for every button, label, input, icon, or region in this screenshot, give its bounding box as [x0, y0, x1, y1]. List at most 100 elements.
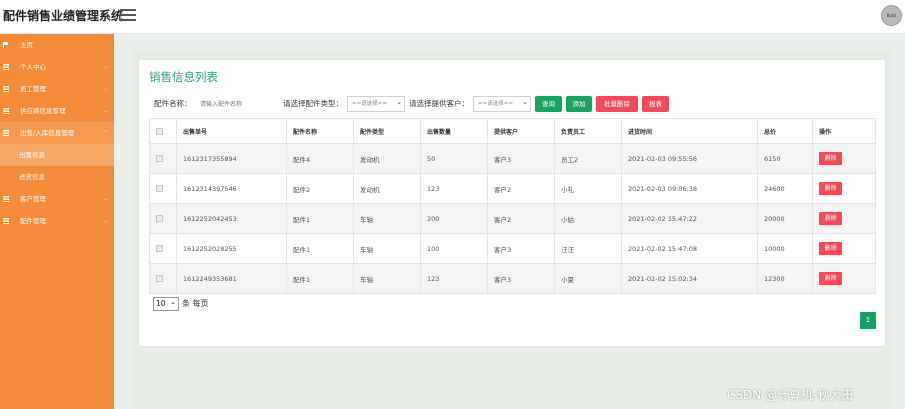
batch-delete-button[interactable]: 批量删除 — [596, 96, 638, 112]
table-row: 1612249353681 配件1 车轴 123 客户3 小夏 2021-02-… — [149, 263, 876, 294]
column-header: 总价 — [757, 118, 813, 144]
table-row: 1612252028255 配件1 车轴 100 客户3 汪汪 2021-02-… — [149, 233, 876, 264]
part-name-input[interactable] — [196, 95, 276, 113]
sidebar-item-parts[interactable]: 配件管理 ⌄ — [0, 210, 114, 232]
customer-cell: 客户3 — [487, 143, 555, 174]
part-type-cell: 车轴 — [353, 233, 421, 264]
quantity-cell: 200 — [420, 203, 488, 234]
part-type-cell: 车轴 — [353, 263, 421, 294]
sidebar-item-label: 个人中心 — [20, 63, 46, 71]
delete-button[interactable]: 删除 — [819, 242, 842, 255]
total-cell: 6150 — [757, 143, 813, 174]
sidebar-item-label: 供应商信息管理 — [20, 107, 66, 115]
hamburger-menu-icon[interactable] — [120, 9, 136, 23]
sales-list-card: 销售信息列表 配件名称： 请选择配件类型： ==请选择== 请选择提供客户： =… — [139, 60, 885, 346]
row-checkbox[interactable] — [156, 245, 163, 252]
column-header: 操作 — [812, 118, 876, 144]
time-cell: 2021-02-02 15:47:08 — [621, 233, 758, 264]
list-icon — [3, 64, 9, 70]
staff-cell: 员工2 — [554, 143, 622, 174]
row-checkbox[interactable] — [156, 155, 163, 162]
staff-cell: 小夏 — [554, 263, 622, 294]
sales-table: 出售单号 配件名称 配件类型 出售数量 提供客户 负责员工 进货时间 总价 操作… — [149, 118, 876, 294]
sidebar-item-sales-stock[interactable]: 出售/入库信息管理 ⌃ — [0, 122, 114, 144]
sidebar-subitem-sales-info[interactable]: 出售信息 — [0, 144, 114, 166]
add-button[interactable]: 添加 — [566, 96, 592, 112]
table-row: 1612317355894 配件4 发动机 50 客户3 员工2 2021-02… — [149, 143, 876, 174]
sidebar: 主页 个人中心 ⌄ 员工管理 ⌄ 供应商信息管理 ⌄ 出售/入库信息管理 ⌃ 出… — [0, 34, 114, 409]
part-type-select[interactable]: ==请选择== — [347, 95, 405, 112]
sidebar-item-staff[interactable]: 员工管理 ⌄ — [0, 78, 114, 100]
delete-button[interactable]: 删除 — [819, 272, 842, 285]
column-header: 提供客户 — [487, 118, 555, 144]
time-cell: 2021-02-03 09:06:38 — [621, 173, 758, 204]
delete-button[interactable]: 删除 — [819, 152, 842, 165]
part-type-cell: 车轴 — [353, 203, 421, 234]
row-checkbox[interactable] — [156, 215, 163, 222]
select-all-checkbox[interactable] — [156, 127, 163, 135]
chevron-down-icon: ⌄ — [103, 196, 108, 202]
sidebar-item-label: 出售/入库信息管理 — [20, 129, 75, 137]
customer-label: 请选择提供客户： — [409, 99, 469, 108]
query-button[interactable]: 查询 — [535, 96, 562, 112]
part-name-cell: 配件1 — [286, 263, 354, 294]
sidebar-item-profile[interactable]: 个人中心 ⌄ — [0, 56, 114, 78]
row-checkbox[interactable] — [156, 185, 163, 192]
chevron-down-icon: ⌄ — [103, 108, 108, 114]
column-header: 进货时间 — [621, 118, 758, 144]
total-cell: 10000 — [757, 233, 813, 264]
staff-cell: 小礼 — [554, 173, 622, 204]
chevron-down-icon: ⌄ — [103, 218, 108, 224]
order-number-cell: 1612252042453 — [176, 203, 287, 234]
list-icon — [3, 86, 9, 92]
customer-select[interactable]: ==请选择== — [473, 95, 531, 112]
row-checkbox[interactable] — [156, 275, 163, 282]
column-header: 出售单号 — [176, 118, 287, 144]
sidebar-item-home[interactable]: 主页 — [0, 34, 114, 56]
part-name-label: 配件名称： — [154, 99, 192, 108]
flag-icon — [3, 42, 9, 48]
column-header: 出售数量 — [420, 118, 488, 144]
part-type-cell: 发动机 — [353, 143, 421, 174]
part-name-cell: 配件1 — [286, 203, 354, 234]
part-name-cell: 配件1 — [286, 233, 354, 264]
sidebar-item-label: 员工管理 — [20, 85, 46, 93]
part-name-cell: 配件4 — [286, 143, 354, 174]
time-cell: 2021-02-02 15:47:22 — [621, 203, 758, 234]
column-header: 配件名称 — [286, 118, 354, 144]
sidebar-item-label: 主页 — [20, 41, 33, 49]
quantity-cell: 123 — [420, 263, 488, 294]
sidebar-item-suppliers[interactable]: 供应商信息管理 ⌄ — [0, 100, 114, 122]
page-number-button[interactable]: 1 — [860, 312, 876, 329]
sidebar-item-label: 客户管理 — [20, 195, 46, 203]
table-row: 1612252042453 配件1 车轴 200 客户2 小姑 2021-02-… — [149, 203, 876, 234]
column-header: 配件类型 — [353, 118, 421, 144]
chevron-down-icon: ⌄ — [103, 86, 108, 92]
page-size-select[interactable]: 10 — [153, 296, 179, 311]
order-number-cell: 1612249353681 — [176, 263, 287, 294]
customer-cell: 客户2 — [487, 203, 555, 234]
order-number-cell: 1612314397546 — [176, 173, 287, 204]
total-cell: 20000 — [757, 203, 813, 234]
customer-cell: 客户3 — [487, 263, 555, 294]
sidebar-subitem-purchase-info[interactable]: 进货信息 — [0, 166, 114, 188]
sidebar-item-label: 配件管理 — [20, 217, 46, 225]
report-button[interactable]: 报表 — [642, 96, 669, 112]
quantity-cell: 100 — [420, 233, 488, 264]
list-icon — [3, 108, 9, 114]
delete-button[interactable]: 删除 — [819, 212, 842, 225]
total-cell: 24600 — [757, 173, 813, 204]
delete-button[interactable]: 删除 — [819, 182, 842, 195]
staff-cell: 汪汪 — [554, 233, 622, 264]
search-bar: 配件名称： 请选择配件类型： ==请选择== 请选择提供客户： ==请选择== … — [154, 95, 874, 113]
sidebar-item-customers[interactable]: 客户管理 ⌄ — [0, 188, 114, 210]
select-all-header — [149, 118, 177, 144]
watermark: CSDN @计算机-秋大田 — [727, 388, 854, 402]
app-title: 配件销售业绩管理系统 — [3, 9, 124, 23]
staff-cell: 小姑 — [554, 203, 622, 234]
avatar[interactable]: Bubt — [881, 5, 902, 26]
table-row: 1612314397546 配件2 发动机 123 客户2 小礼 2021-02… — [149, 173, 876, 204]
page-title: 销售信息列表 — [149, 70, 218, 84]
customer-cell: 客户2 — [487, 173, 555, 204]
part-name-cell: 配件2 — [286, 173, 354, 204]
